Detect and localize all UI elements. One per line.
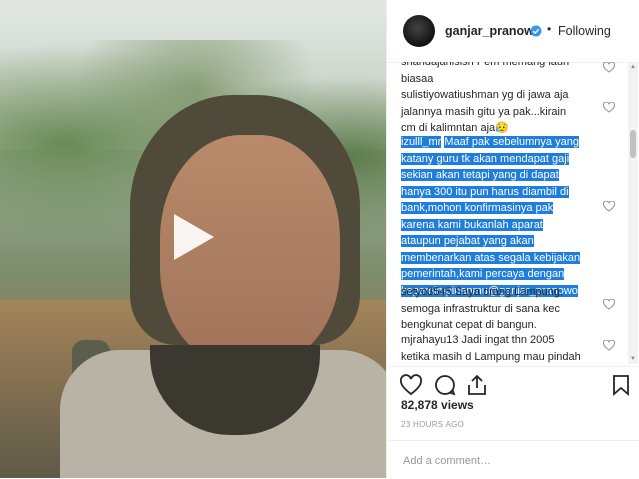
like-comment-heart-icon[interactable] — [603, 299, 615, 310]
post-actions — [387, 366, 639, 401]
username-link[interactable]: ganjar_pranowo — [445, 24, 542, 38]
emoji-sad: 😥 — [495, 122, 509, 134]
heart-icon[interactable] — [399, 373, 423, 397]
comments-scrollbar[interactable]: ▲ ▼ — [628, 62, 638, 364]
comment-icon[interactable] — [433, 373, 457, 397]
comment-item: shandajanisish Pem memang lauh biasaa — [401, 62, 613, 87]
comment-author[interactable]: sulistiyowatiushman — [401, 89, 499, 101]
like-comment-heart-icon[interactable] — [603, 102, 615, 113]
comment-author[interactable]: setyo3545 — [401, 286, 452, 298]
share-icon[interactable] — [465, 373, 489, 397]
comment-text-line: membenarkan atas segala kebijakan — [401, 251, 581, 264]
play-icon[interactable] — [168, 212, 218, 262]
comment-author[interactable]: mjrahayu13 — [401, 334, 458, 346]
add-comment-input[interactable] — [401, 451, 625, 471]
comment-text-line: ataupun pejabat yang akan — [401, 235, 534, 247]
comment-text: Saya orang Lampung, — [451, 286, 564, 298]
comment-text-line: jalannya masih gitu ya pak...kirain — [401, 105, 567, 118]
comment-text: Jadi ingat thn 2005 — [458, 334, 555, 346]
comment-text-line: semoga infrastruktur di sana kec — [401, 302, 560, 315]
comment-text-line: Maaf pak sebelumnya yang — [444, 136, 579, 148]
post-header: ganjar_pranowo • Following — [387, 0, 639, 63]
comment-text-line: hanya 300 itu pun harus diambil di — [401, 185, 569, 198]
post-timestamp: 23 HOURS AGO — [401, 420, 465, 429]
like-comment-heart-icon[interactable] — [603, 62, 615, 73]
comment-item: sulistiyowatiushman yg di jawa aja jalan… — [401, 87, 613, 137]
scroll-down-arrow-icon[interactable]: ▼ — [630, 356, 636, 362]
comment-text-line: sekian akan tetapi yang di dapat — [401, 169, 559, 181]
comment-text-line: ketika masih d Lampung mau pindah — [401, 350, 581, 363]
comment-author[interactable]: izulll_mr — [401, 136, 442, 148]
comment-text: shandajanisish Pem memang lauh — [401, 62, 570, 68]
following-button[interactable]: Following — [558, 24, 611, 38]
comment-text-line: biasaa — [401, 72, 434, 85]
comment-item-selected: izulll_mr Maaf pak sebelumnya yang katan… — [401, 134, 613, 299]
verified-badge-icon — [530, 24, 542, 37]
comment-text-line: cm di kalimntan aja — [401, 122, 496, 134]
comment-text: yg di jawa aja — [498, 89, 569, 101]
comments-list[interactable]: shandajanisish Pem memang lauh biasaa su… — [387, 62, 639, 364]
post-panel: ganjar_pranowo • Following shandajanisis… — [386, 0, 639, 478]
comment-item: mjrahayu13 Jadi ingat thn 2005 ketika ma… — [401, 332, 613, 364]
like-comment-heart-icon[interactable] — [603, 201, 615, 212]
comment-text-line: karena kami bukanlah aparat — [401, 218, 543, 231]
scroll-up-arrow-icon[interactable]: ▲ — [630, 64, 636, 70]
header-separator: • — [547, 22, 552, 36]
scrollbar-thumb[interactable] — [630, 130, 636, 158]
comment-text-line: pemerintah,kami percaya dengan — [401, 268, 565, 280]
video-player[interactable] — [0, 0, 386, 478]
views-count[interactable]: 82,878 views — [401, 398, 474, 412]
comment-text-line: katany guru tk akan mendapat gaji — [401, 152, 570, 165]
comment-item: setyo3545 Saya orang Lampung, semoga inf… — [401, 284, 613, 334]
comment-text-line: bank,mohon konfirmasinya pak — [401, 202, 554, 214]
like-comment-heart-icon[interactable] — [603, 340, 615, 351]
add-comment-area — [387, 440, 639, 479]
avatar[interactable] — [403, 15, 435, 47]
bookmark-icon[interactable] — [609, 373, 633, 397]
